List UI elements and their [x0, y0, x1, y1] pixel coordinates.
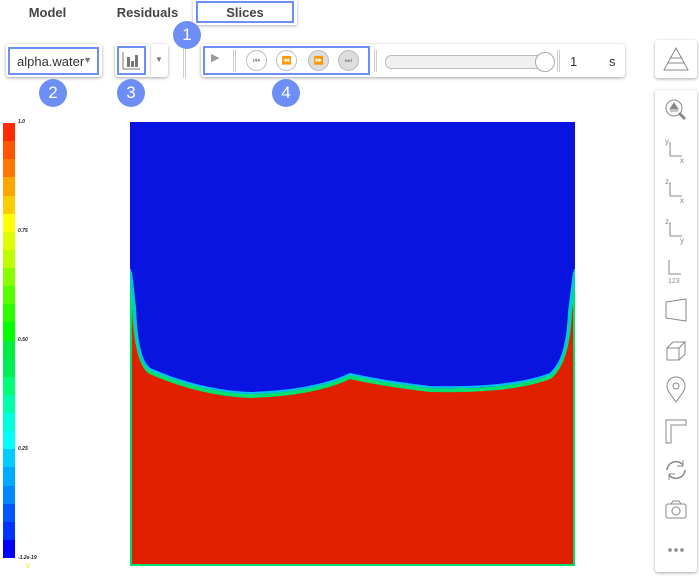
svg-text:y: y: [665, 137, 669, 146]
perspective-button[interactable]: [655, 292, 697, 328]
tab-slices[interactable]: Slices: [196, 1, 294, 23]
view-zx-button[interactable]: zx: [655, 172, 697, 208]
axes-123-icon: 123: [668, 260, 681, 285]
colorbar-band: [3, 340, 15, 359]
badge-4: 4: [272, 79, 300, 107]
svg-text:x: x: [680, 196, 684, 205]
colorbar-band: [3, 503, 15, 522]
pin-icon: [666, 376, 686, 403]
ruler-button[interactable]: [655, 412, 697, 448]
time-value: 1: [570, 54, 578, 69]
camera-button[interactable]: [655, 492, 697, 528]
colorbar-band: [3, 177, 15, 196]
field-select[interactable]: alpha.water ▼: [8, 47, 99, 75]
svg-text:123: 123: [668, 278, 680, 285]
layers-icon: [663, 46, 689, 71]
view-zy-icon: zy: [665, 217, 684, 245]
chevron-down-icon: ▼: [83, 55, 92, 65]
rotate-button[interactable]: [655, 452, 697, 488]
colorbar-band: [3, 268, 15, 287]
axes-123-button[interactable]: 123: [655, 252, 697, 288]
view-zx-icon: zx: [665, 177, 684, 205]
colorbar-label-075: 0.75: [18, 228, 28, 234]
colorbar-band: [3, 539, 15, 558]
colorbar-band: [3, 304, 15, 323]
slice-divider[interactable]: [183, 46, 186, 78]
view-zy-button[interactable]: zy: [655, 212, 697, 248]
box-button[interactable]: [655, 332, 697, 368]
play-button[interactable]: ▶: [211, 51, 219, 64]
histogram-button[interactable]: [117, 46, 146, 75]
badge-2: 2: [39, 79, 67, 107]
camera-icon: [665, 500, 687, 519]
colorbar-band: [3, 213, 15, 232]
field-select-value: alpha.water: [17, 54, 85, 69]
tab-model[interactable]: Model: [10, 0, 85, 24]
more-icon: [668, 548, 684, 552]
tab-residuals[interactable]: Residuals: [110, 0, 185, 24]
zoom-fit-icon: [665, 99, 687, 121]
skip-start-button[interactable]: ⏮: [246, 50, 267, 71]
step-back-button[interactable]: ⏪: [276, 50, 297, 71]
skip-end-button[interactable]: ⏭: [338, 50, 359, 71]
ruler-icon: [665, 419, 687, 444]
colorbar-band: [3, 449, 15, 468]
colorbar-band: [3, 123, 15, 142]
colorbar-band: [3, 286, 15, 305]
colorbar-band: [3, 467, 15, 486]
divider: [557, 50, 560, 72]
colorbar-band: [3, 394, 15, 413]
more-button[interactable]: [655, 532, 697, 568]
colorbar-band: [3, 485, 15, 504]
colorbar-band: [3, 413, 15, 432]
colorbar-band: [3, 141, 15, 160]
layers-button[interactable]: [655, 40, 697, 78]
colorbar-marker-icon: v: [26, 561, 30, 570]
colorbar-label-max: 1.0: [18, 119, 25, 125]
divider: [233, 50, 236, 72]
time-slider[interactable]: [385, 55, 554, 69]
slice-view[interactable]: [130, 122, 575, 566]
colorbar-band: [3, 195, 15, 214]
time-slider-handle[interactable]: [535, 52, 555, 72]
zoom-fit-button[interactable]: [655, 92, 697, 128]
colorbar-band: [3, 521, 15, 540]
colorbar-band: [3, 249, 15, 268]
colorbar-label-025: 0.25: [18, 446, 28, 452]
divider: [374, 50, 377, 72]
perspective-icon: [665, 298, 687, 322]
colorbar-band: [3, 231, 15, 250]
colorbar-label-050: 0.50: [18, 337, 28, 343]
pin-button[interactable]: [655, 372, 697, 408]
rotate-icon: [666, 460, 686, 480]
view-xy-icon: yx: [665, 137, 684, 165]
colormap-dropdown[interactable]: ▼: [150, 46, 167, 74]
badge-3: 3: [117, 79, 145, 107]
bar-chart-icon: [122, 52, 140, 70]
svg-text:x: x: [680, 156, 684, 165]
time-unit: s: [609, 54, 616, 69]
colorbar-band: [3, 358, 15, 377]
colorbar: [3, 123, 15, 558]
view-xy-button[interactable]: yx: [655, 132, 697, 168]
colorbar-band: [3, 431, 15, 450]
svg-text:z: z: [665, 177, 669, 186]
svg-text:z: z: [665, 217, 669, 226]
colorbar-band: [3, 322, 15, 341]
box-icon: [666, 341, 687, 361]
colorbar-band: [3, 376, 15, 395]
step-forward-button[interactable]: ⏩: [308, 50, 329, 71]
colorbar-band: [3, 159, 15, 178]
svg-text:y: y: [680, 236, 684, 245]
badge-1: 1: [173, 21, 201, 49]
